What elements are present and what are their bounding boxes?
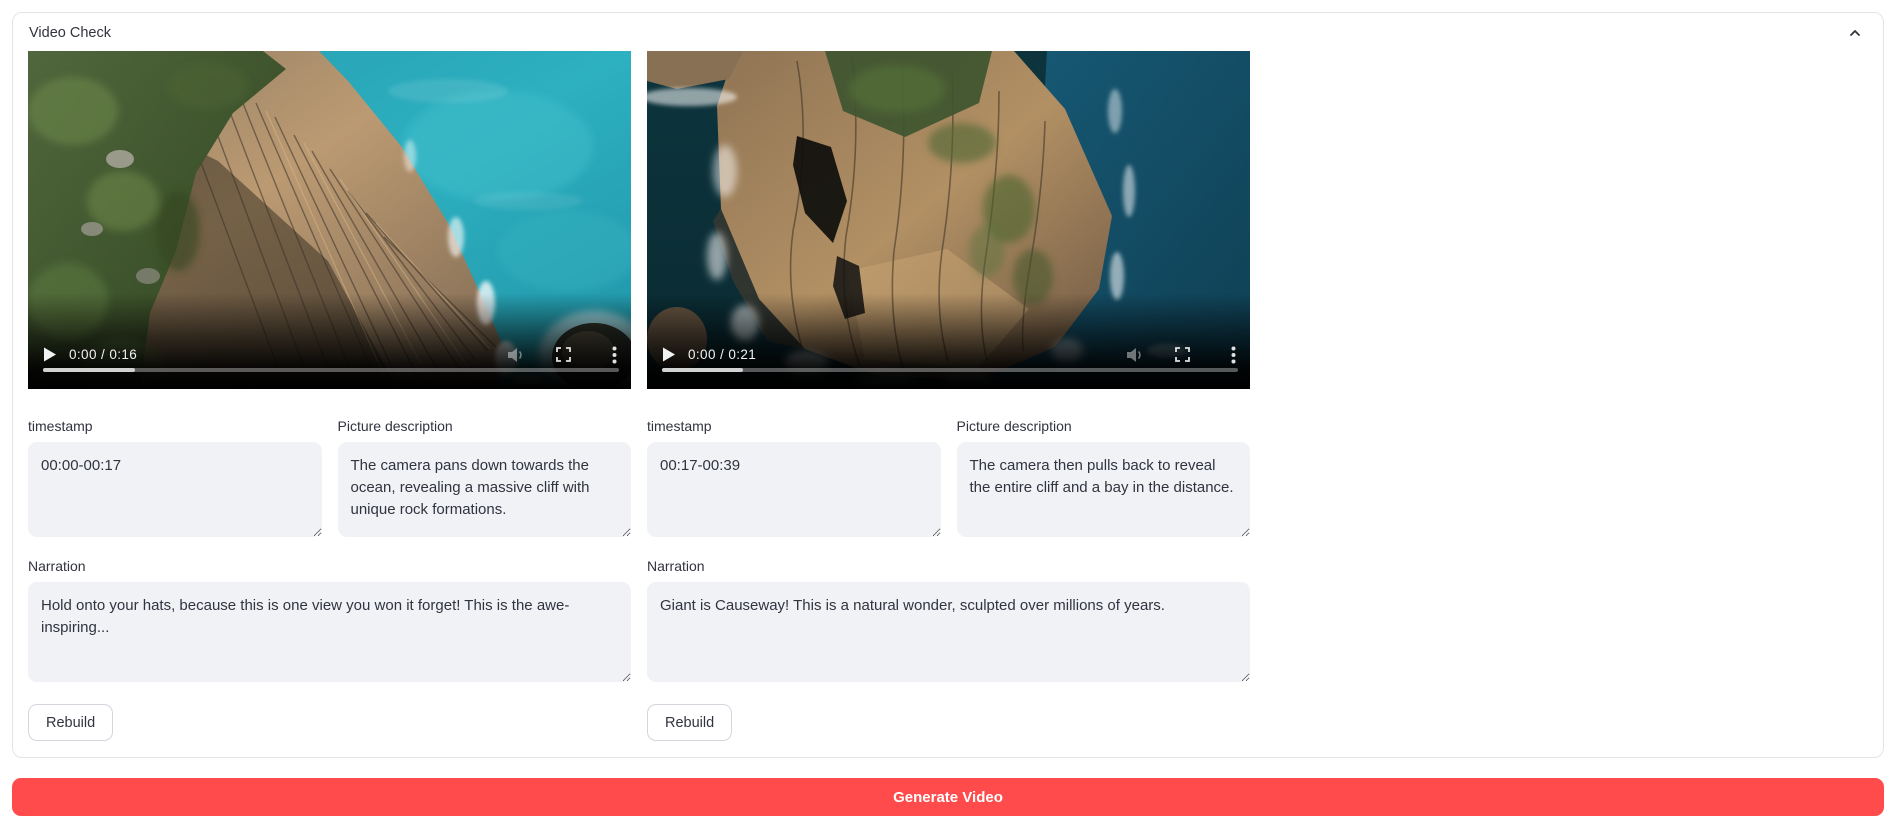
- picture-description-field-group-2: Picture description The camera then pull…: [957, 418, 1251, 537]
- video-time-display: 0:00 / 0:16: [69, 347, 137, 362]
- fullscreen-icon[interactable]: [556, 347, 571, 362]
- rebuild-button-2[interactable]: Rebuild: [647, 704, 732, 741]
- rebuild-button-1[interactable]: Rebuild: [28, 704, 113, 741]
- segment-column-2: 0:00 / 0:21: [647, 51, 1250, 741]
- narration-input[interactable]: Hold onto your hats, because this is one…: [28, 582, 631, 682]
- expander-header[interactable]: Video Check: [13, 13, 1883, 51]
- picture-description-input[interactable]: The camera pans down towards the ocean, …: [338, 442, 632, 537]
- segment-column-1: 0:00 / 0:16: [28, 51, 631, 741]
- video-time-display: 0:00 / 0:21: [688, 347, 756, 362]
- video-buffered-bar: [43, 368, 135, 372]
- video-player-2[interactable]: 0:00 / 0:21: [647, 51, 1250, 389]
- video-progress-bar[interactable]: [43, 368, 619, 372]
- narration-label: Narration: [28, 558, 631, 574]
- narration-label: Narration: [647, 558, 1250, 574]
- narration-field-group-1: Narration Hold onto your hats, because t…: [28, 558, 631, 682]
- more-options-icon[interactable]: [1231, 346, 1236, 364]
- timestamp-input[interactable]: 00:17-00:39: [647, 442, 941, 537]
- video-check-expander: Video Check: [12, 12, 1884, 758]
- chevron-up-icon[interactable]: [1847, 25, 1863, 41]
- picture-description-field-group-1: Picture description The camera pans down…: [338, 418, 632, 537]
- video-controls-shade: [647, 293, 1250, 389]
- timestamp-input[interactable]: 00:00-00:17: [28, 442, 322, 537]
- narration-field-group-2: Narration Giant is Causeway! This is a n…: [647, 558, 1250, 682]
- timestamp-field-group-1: timestamp 00:00-00:17: [28, 418, 322, 537]
- play-icon[interactable]: [43, 347, 56, 362]
- video-controls-shade: [28, 293, 631, 389]
- empty-column: [1266, 51, 1869, 741]
- video-buffered-bar: [662, 368, 743, 372]
- expander-title: Video Check: [29, 25, 111, 41]
- volume-icon[interactable]: [507, 347, 525, 363]
- picture-description-label: Picture description: [957, 418, 1251, 434]
- more-options-icon[interactable]: [612, 346, 617, 364]
- play-icon[interactable]: [662, 347, 675, 362]
- timestamp-field-group-2: timestamp 00:17-00:39: [647, 418, 941, 537]
- video-progress-bar[interactable]: [662, 368, 1238, 372]
- narration-input[interactable]: Giant is Causeway! This is a natural won…: [647, 582, 1250, 682]
- app-page: Video Check: [0, 0, 1896, 827]
- fullscreen-icon[interactable]: [1175, 347, 1190, 362]
- picture-description-label: Picture description: [338, 418, 632, 434]
- timestamp-label: timestamp: [28, 418, 322, 434]
- timestamp-label: timestamp: [647, 418, 941, 434]
- expander-body: 0:00 / 0:16: [13, 51, 1883, 741]
- video-player-1[interactable]: 0:00 / 0:16: [28, 51, 631, 389]
- generate-video-button[interactable]: Generate Video: [12, 778, 1884, 816]
- volume-icon[interactable]: [1126, 347, 1144, 363]
- picture-description-input[interactable]: The camera then pulls back to reveal the…: [957, 442, 1251, 537]
